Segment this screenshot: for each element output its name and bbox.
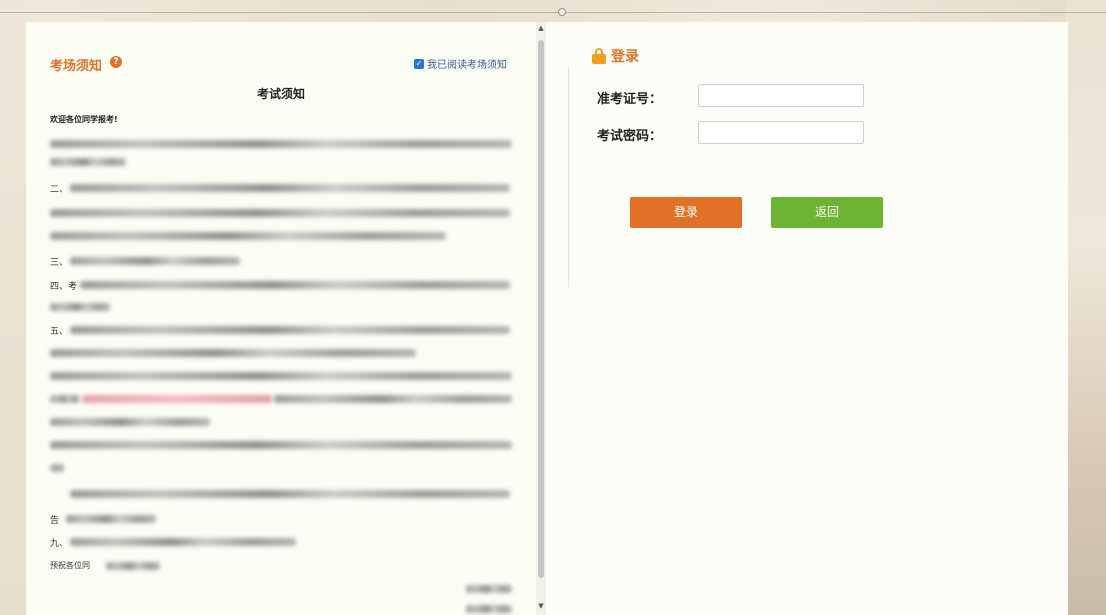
scroll-up-icon[interactable]: ▲ (537, 24, 545, 32)
exam-login-card: 考场须知 ? ✓ 我已阅读考场须知 考试须知 欢迎各位同学报考! 二、 三、 四… (26, 22, 1068, 615)
redacted-text (466, 585, 512, 593)
agree-label: 我已阅读考场须知 (427, 60, 507, 71)
redacted-text (50, 140, 512, 148)
agree-checkbox-row[interactable]: ✓ 我已阅读考场须知 (414, 56, 507, 71)
list-marker: 二、 (50, 185, 69, 195)
redacted-text (50, 158, 126, 166)
redacted-text (70, 538, 296, 546)
redacted-text (80, 281, 510, 289)
redacted-text (70, 490, 510, 498)
list-marker: 九、 (50, 539, 69, 549)
lock-icon (592, 48, 606, 64)
login-heading: 登录 (592, 46, 639, 66)
redacted-text (50, 464, 64, 472)
background-right (1066, 0, 1106, 615)
background-left (0, 0, 26, 615)
scroll-down-icon[interactable]: ▼ (537, 602, 545, 610)
redacted-text (70, 257, 240, 265)
back-button[interactable]: 返回 (771, 197, 883, 228)
help-icon[interactable]: ? (110, 56, 122, 68)
list-marker: 告 (50, 516, 60, 526)
document-title: 考试须知 (256, 87, 305, 101)
redacted-text (50, 395, 80, 403)
list-marker: 五、 (50, 327, 69, 337)
redacted-text (50, 349, 416, 357)
redacted-highlight-text (82, 395, 272, 403)
list-marker: 三、 (50, 258, 69, 268)
redacted-text (50, 303, 110, 311)
panel-divider (568, 67, 569, 287)
redacted-text (70, 326, 510, 334)
checkbox-checked-icon[interactable]: ✓ (414, 58, 424, 69)
welcome-text: 欢迎各位同学报考! (50, 115, 118, 124)
notice-panel: 考场须知 ? ✓ 我已阅读考场须知 考试须知 欢迎各位同学报考! 二、 三、 四… (26, 22, 536, 615)
ticket-number-label: 准考证号： (597, 92, 663, 107)
login-title: 登录 (611, 49, 639, 65)
redacted-text (70, 184, 510, 192)
redacted-text (66, 515, 156, 523)
window-resize-line (0, 12, 1106, 13)
list-marker: 预祝各位同 (50, 561, 90, 570)
redacted-text (50, 232, 446, 240)
exam-password-label: 考试密码： (597, 129, 663, 144)
resize-handle[interactable] (558, 8, 566, 16)
redacted-text (50, 441, 512, 449)
redacted-text (106, 562, 160, 570)
exam-password-input[interactable] (698, 121, 864, 144)
redacted-text (50, 372, 512, 380)
scrollbar-thumb[interactable] (538, 40, 544, 578)
redacted-text (50, 209, 510, 217)
background-top (0, 0, 1106, 22)
redacted-text (50, 418, 210, 426)
redacted-text (274, 395, 512, 403)
notice-title: 考场须知 (50, 59, 103, 74)
redacted-text (466, 605, 512, 613)
list-marker: 四、考 (50, 282, 78, 292)
login-button[interactable]: 登录 (630, 197, 742, 228)
ticket-number-input[interactable] (698, 84, 864, 107)
